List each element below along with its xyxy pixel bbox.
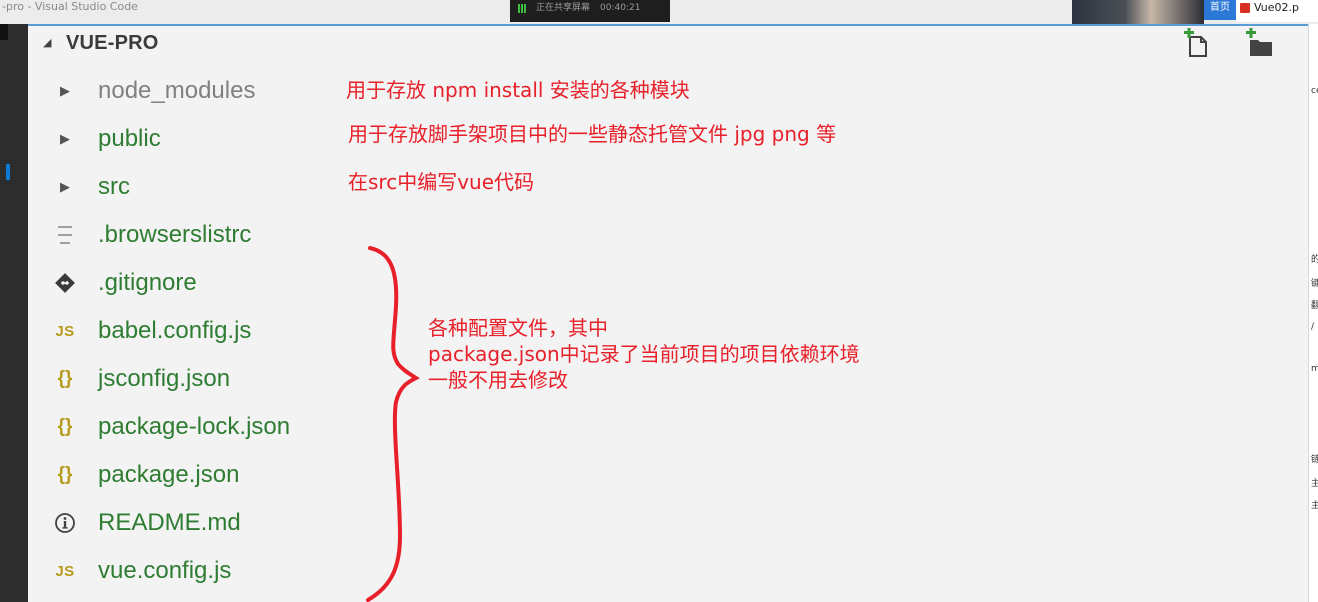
tree-item-label: .browserslistrc bbox=[98, 221, 252, 248]
tree-item-node-modules[interactable]: ▶ node_modules bbox=[28, 68, 338, 114]
browser-tab[interactable]: Vue02.p bbox=[1236, 0, 1318, 22]
json-file-icon: {} bbox=[57, 368, 73, 389]
tree-item-public[interactable]: ▶ public bbox=[28, 116, 338, 162]
browser-tab-title: Vue02.p bbox=[1254, 1, 1299, 14]
chevron-right-icon[interactable]: ▶ bbox=[52, 126, 78, 152]
tree-item-browserslistrc[interactable]: .browserslistrc bbox=[28, 212, 338, 258]
tree-item-label: node_modules bbox=[98, 77, 256, 104]
activity-bar-edge bbox=[0, 24, 28, 602]
tree-item-label: package.json bbox=[98, 461, 240, 488]
json-file-icon: {} bbox=[57, 416, 73, 437]
browser-home-tab[interactable]: 首页 bbox=[1204, 0, 1236, 20]
annotation-config-line-3: 一般不用去修改 bbox=[428, 368, 568, 392]
sliver-text: 翻 bbox=[1311, 298, 1318, 311]
annotation-config-line-1: 各种配置文件，其中 bbox=[428, 316, 608, 340]
collapse-triangle-icon[interactable]: ◢ bbox=[43, 36, 51, 49]
new-folder-icon bbox=[1246, 28, 1272, 56]
tree-item-readme[interactable]: README.md bbox=[28, 500, 338, 546]
explorer-panel: ◢ VUE-PRO ▶ node_modules ▶ public ▶ src … bbox=[28, 24, 1308, 602]
tree-item-package-lock[interactable]: {} package-lock.json bbox=[28, 404, 338, 450]
sliver-text: 链 bbox=[1311, 452, 1318, 465]
text-file-icon bbox=[52, 222, 78, 248]
tree-item-jsconfig[interactable]: {} jsconfig.json bbox=[28, 356, 338, 402]
sliver-text: / bbox=[1311, 322, 1315, 332]
sliver-text: 主 bbox=[1311, 498, 1318, 511]
git-icon bbox=[52, 270, 78, 296]
annotation-public: 用于存放脚手架项目中的一些静态托管文件 jpg png 等 bbox=[348, 122, 837, 146]
chevron-right-icon[interactable]: ▶ bbox=[52, 174, 78, 200]
tree-item-src[interactable]: ▶ src bbox=[28, 164, 338, 210]
share-timer: 00:40:21 bbox=[600, 3, 641, 13]
tree-item-label: src bbox=[98, 173, 130, 200]
json-file-icon: {} bbox=[57, 464, 73, 485]
js-file-icon: JS bbox=[55, 322, 75, 340]
chevron-right-icon[interactable]: ▶ bbox=[52, 78, 78, 104]
new-file-icon bbox=[1184, 28, 1207, 57]
sliver-text: ce bbox=[1311, 86, 1318, 96]
project-title[interactable]: VUE-PRO bbox=[66, 32, 159, 55]
explorer-header[interactable]: ◢ VUE-PRO bbox=[28, 26, 1308, 66]
curly-brace-annotation bbox=[366, 246, 420, 602]
sliver-text: 键 bbox=[1311, 276, 1318, 289]
tree-item-vue-config[interactable]: JS vue.config.js bbox=[28, 548, 338, 594]
screen-share-bar[interactable]: 正在共享屏幕 00:40:21 bbox=[510, 0, 670, 22]
js-file-icon: JS bbox=[55, 562, 75, 580]
window-title: -pro - Visual Studio Code bbox=[2, 0, 138, 13]
info-icon bbox=[52, 510, 78, 536]
annotation-src: 在src中编写vue代码 bbox=[348, 170, 535, 194]
share-status-text: 正在共享屏幕 bbox=[536, 3, 591, 13]
new-folder-button[interactable] bbox=[1242, 28, 1278, 60]
video-thumbnail bbox=[1072, 0, 1204, 24]
signal-icon bbox=[518, 4, 526, 13]
tree-item-label: README.md bbox=[98, 509, 241, 536]
tree-item-label: jsconfig.json bbox=[98, 365, 231, 392]
active-indicator bbox=[6, 164, 10, 180]
tree-item-gitignore[interactable]: .gitignore bbox=[28, 260, 338, 306]
annotation-node-modules: 用于存放 npm install 安装的各种模块 bbox=[346, 78, 690, 102]
tree-item-label: vue.config.js bbox=[98, 557, 232, 584]
pdf-icon bbox=[1240, 3, 1250, 13]
annotation-config-line-2: package.json中记录了当前项目的项目依赖环境 bbox=[428, 342, 860, 366]
window-title-bar: -pro - Visual Studio Code 正在共享屏幕 00:40:2… bbox=[0, 0, 1318, 24]
tree-item-label: .gitignore bbox=[98, 269, 197, 296]
window-edge-mark bbox=[0, 24, 8, 40]
sliver-text: 的 bbox=[1311, 252, 1318, 265]
screen: -pro - Visual Studio Code 正在共享屏幕 00:40:2… bbox=[0, 0, 1318, 602]
tree-item-package-json[interactable]: {} package.json bbox=[28, 452, 338, 498]
sliver-text: 主 bbox=[1311, 476, 1318, 489]
sliver-text: ml bbox=[1311, 364, 1318, 374]
tree-item-label: public bbox=[98, 125, 161, 152]
tree-item-babel-config[interactable]: JS babel.config.js bbox=[28, 308, 338, 354]
tree-item-label: package-lock.json bbox=[98, 413, 291, 440]
tree-item-label: babel.config.js bbox=[98, 317, 252, 344]
new-file-button[interactable] bbox=[1180, 28, 1216, 60]
background-app-sliver: ce 的 键 翻 / ml 链 主 主 bbox=[1308, 24, 1318, 602]
